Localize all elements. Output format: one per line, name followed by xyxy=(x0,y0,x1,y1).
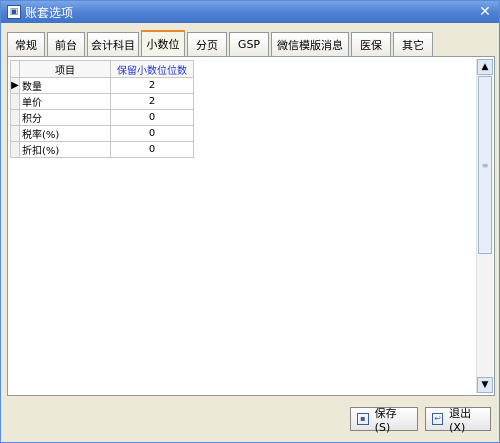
table-row[interactable]: 单价 2 xyxy=(10,93,194,110)
row-value-cell[interactable]: 2 xyxy=(110,77,194,94)
tab-panel: 项目 保留小数位位数 ▶ 数量 2 单价 2 积分 0 税率(%) 0 折扣(%… xyxy=(7,56,495,396)
row-value-cell[interactable]: 0 xyxy=(110,109,194,126)
exit-button-label: 退出(X) xyxy=(449,406,472,434)
row-item-cell[interactable]: 单价 xyxy=(19,93,111,110)
tab-wechat-template[interactable]: 微信模版消息 xyxy=(271,32,349,56)
tab-medical-insurance[interactable]: 医保 xyxy=(351,32,391,56)
tab-general[interactable]: 常规 xyxy=(7,32,45,56)
row-item-cell[interactable]: 积分 xyxy=(19,109,111,126)
tab-frontdesk[interactable]: 前台 xyxy=(47,32,85,56)
row-value-cell[interactable]: 2 xyxy=(110,93,194,110)
scroll-down-icon[interactable]: ▼ xyxy=(477,377,493,393)
exit-icon: ↩ xyxy=(432,413,444,425)
tab-decimal-places[interactable]: 小数位 xyxy=(141,30,185,56)
row-item-cell[interactable]: 数量 xyxy=(19,77,111,94)
table-row[interactable]: 折扣(%) 0 xyxy=(10,141,194,158)
column-header-item[interactable]: 项目 xyxy=(19,60,111,78)
scroll-thumb[interactable]: ≡ xyxy=(478,76,492,254)
row-item-cell[interactable]: 税率(%) xyxy=(19,125,111,142)
row-item-cell[interactable]: 折扣(%) xyxy=(19,141,111,158)
row-value-cell[interactable]: 0 xyxy=(110,141,194,158)
row-indicator xyxy=(10,141,20,158)
save-button-label: 保存(S) xyxy=(374,406,397,434)
row-indicator xyxy=(10,93,20,110)
title-bar[interactable]: ▣ 账套选项 ✕ xyxy=(1,1,499,23)
table-row[interactable]: 税率(%) 0 xyxy=(10,125,194,142)
exit-button[interactable]: ↩ 退出(X) xyxy=(425,406,491,434)
row-indicator xyxy=(10,125,20,142)
tab-paging[interactable]: 分页 xyxy=(187,32,227,56)
current-row-indicator-icon: ▶ xyxy=(10,77,20,94)
row-value-cell[interactable]: 0 xyxy=(110,125,194,142)
tab-gsp[interactable]: GSP xyxy=(229,32,269,56)
close-icon[interactable]: ✕ xyxy=(477,4,493,20)
decimal-grid: 项目 保留小数位位数 ▶ 数量 2 单价 2 积分 0 税率(%) 0 折扣(%… xyxy=(10,60,194,158)
table-row[interactable]: 积分 0 xyxy=(10,109,194,126)
vertical-scrollbar[interactable]: ▲ ≡ ▼ xyxy=(476,59,493,393)
table-row[interactable]: ▶ 数量 2 xyxy=(10,77,194,94)
row-indicator-header xyxy=(10,60,20,78)
row-indicator xyxy=(10,109,20,126)
save-button[interactable]: ▪ 保存(S) xyxy=(350,406,418,434)
column-header-decimal-places[interactable]: 保留小数位位数 xyxy=(110,60,194,78)
dialog-window: ▣ 账套选项 ✕ 常规 前台 会计科目 小数位 分页 GSP 微信模版消息 医保… xyxy=(0,0,500,443)
scroll-up-icon[interactable]: ▲ xyxy=(477,59,493,75)
tab-strip: 常规 前台 会计科目 小数位 分页 GSP 微信模版消息 医保 其它 xyxy=(7,30,435,56)
grid-header-row: 项目 保留小数位位数 xyxy=(10,60,194,78)
window-title: 账套选项 xyxy=(25,5,74,20)
tab-accounting-subjects[interactable]: 会计科目 xyxy=(87,32,139,56)
app-icon: ▣ xyxy=(7,5,21,19)
save-icon: ▪ xyxy=(357,413,369,425)
tab-other[interactable]: 其它 xyxy=(393,32,433,56)
